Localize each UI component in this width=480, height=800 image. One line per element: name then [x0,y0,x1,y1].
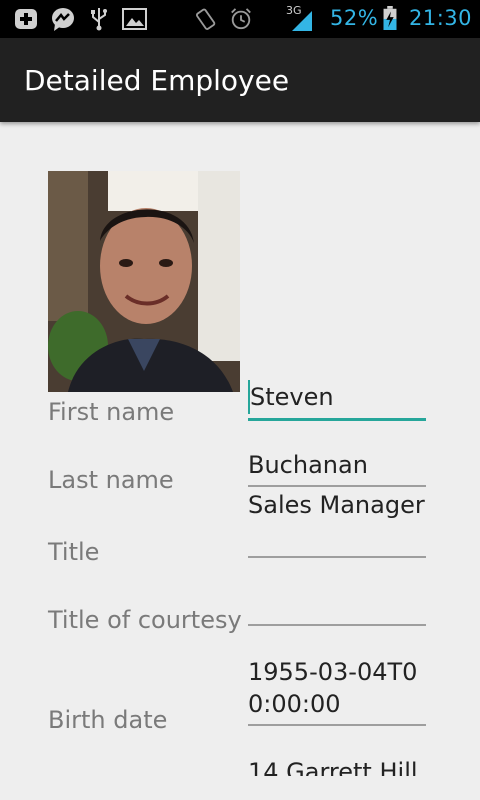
employee-photo [48,171,240,392]
last-name-value: Buchanan [248,451,368,479]
birth-date-value: 1955-03-04T00:00:00 [248,658,418,718]
first-name-label: First name [48,398,175,426]
content-area[interactable]: First name Steven Last name Buchanan Tit… [0,0,480,776]
address-value: 14 Garrett Hill [248,758,418,776]
last-name-input[interactable]: Buchanan [248,449,426,487]
last-name-label: Last name [48,466,174,494]
first-name-input[interactable]: Steven [248,380,426,421]
employee-photo-image [48,171,240,392]
title-value: Sales Manager [248,491,425,519]
title-of-courtesy-label: Title of courtesy [48,606,242,634]
title-input[interactable]: Sales Manager [248,489,426,558]
birth-date-label: Birth date [48,706,168,734]
birth-date-input[interactable]: 1955-03-04T00:00:00 [248,656,426,726]
title-label: Title [48,538,100,566]
address-input[interactable]: 14 Garrett Hill [248,756,426,776]
first-name-value: Steven [250,383,334,411]
title-of-courtesy-input[interactable] [248,592,426,626]
